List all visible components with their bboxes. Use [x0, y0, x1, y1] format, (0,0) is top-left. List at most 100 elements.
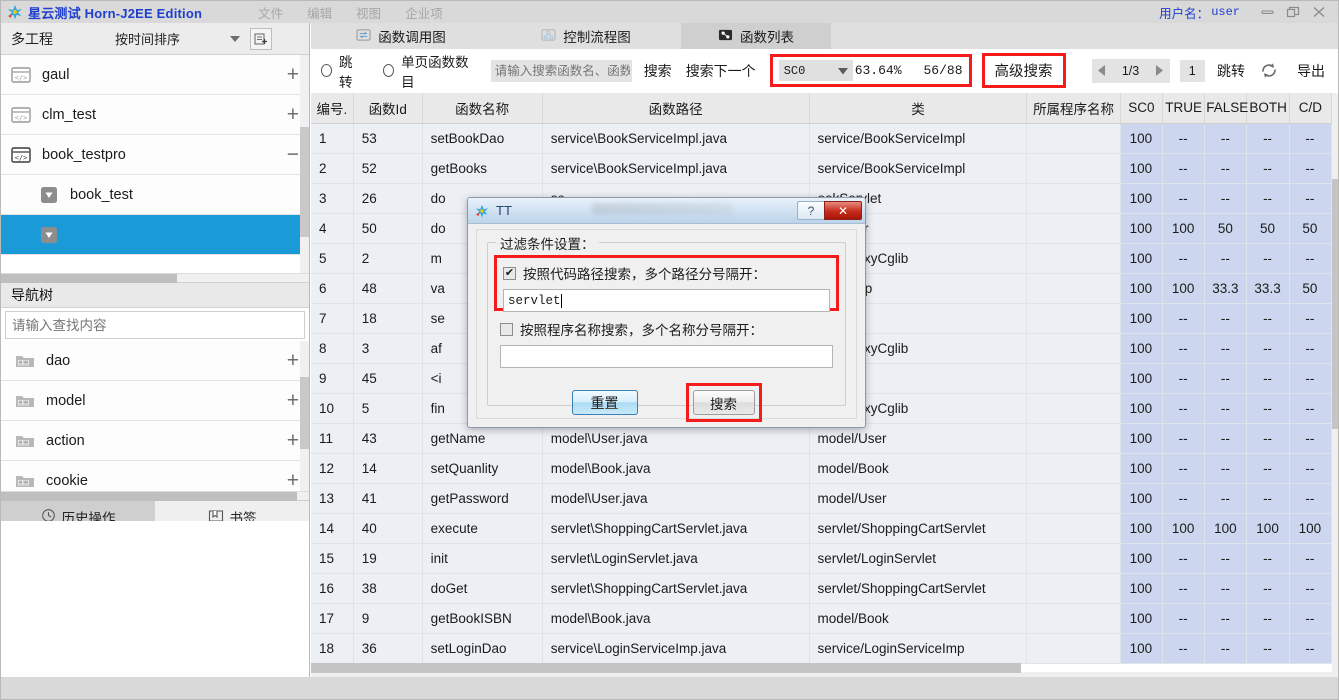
main-content: 函数调用图 控制流程图	[311, 23, 1339, 678]
col-header-index[interactable]: 编号.	[311, 93, 353, 123]
table-hscroll-thumb[interactable]	[311, 663, 1021, 673]
maximize-icon[interactable]	[1280, 2, 1306, 22]
project-tree-item[interactable]: </>gaul+	[1, 55, 309, 95]
col-header-cd[interactable]: C/D	[1289, 93, 1331, 123]
navigation-tree-hscroll-thumb[interactable]	[1, 492, 297, 501]
navigation-tree-vscroll-thumb[interactable]	[300, 377, 309, 449]
project-tree-hscrollbar[interactable]	[1, 273, 309, 282]
caret-down-icon[interactable]	[838, 62, 848, 80]
menu-item-file[interactable]: 文件	[258, 3, 283, 22]
navigation-tree-item[interactable]: action+	[1, 421, 309, 461]
col-header-funcid[interactable]: 函数Id	[353, 93, 422, 123]
table-vscroll-thumb[interactable]	[1332, 179, 1339, 429]
collapse-icon[interactable]: −	[287, 144, 299, 165]
table-row[interactable]: 179getBookISBNmodel\Book.javamodel/Book1…	[311, 603, 1332, 633]
navigation-search-input[interactable]	[6, 317, 304, 334]
cell-program	[1027, 213, 1120, 243]
navigation-tree-item[interactable]: model+	[1, 381, 309, 421]
cell-sc0: 100	[1120, 543, 1162, 573]
function-search-input[interactable]	[491, 63, 632, 79]
refresh-icon[interactable]	[1259, 61, 1279, 80]
advanced-search-button[interactable]: 高级搜索	[982, 53, 1066, 88]
radio-page-count-indicator[interactable]	[383, 64, 394, 77]
sort-mode-label[interactable]: 按时间排序	[115, 29, 180, 48]
col-header-class[interactable]: 类	[809, 93, 1027, 123]
project-tree-vscrollbar[interactable]	[300, 55, 309, 273]
sc0-select[interactable]: SC0	[779, 60, 853, 81]
project-tree-item[interactable]: </>book_testpro−	[1, 135, 309, 175]
col-header-sc0[interactable]: SC0	[1120, 93, 1162, 123]
table-row[interactable]: 153setBookDaoservice\BookServiceImpl.jav…	[311, 123, 1332, 153]
project-tree-vscroll-thumb[interactable]	[300, 127, 309, 237]
code-path-checkbox[interactable]	[503, 267, 516, 280]
navigation-search-box[interactable]	[5, 311, 305, 339]
table-row[interactable]: 1440executeservlet\ShoppingCartServlet.j…	[311, 513, 1332, 543]
program-name-checkbox-row[interactable]: 按照程序名称搜索，多个名称分号隔开：	[500, 319, 833, 339]
menu-item-enterprise[interactable]: 企业项	[405, 3, 443, 22]
close-icon[interactable]	[1306, 2, 1332, 22]
col-header-true[interactable]: TRUE	[1162, 93, 1204, 123]
export-button[interactable]: 导出	[1297, 61, 1325, 81]
table-vertical-scrollbar[interactable]	[1332, 93, 1339, 691]
expand-icon[interactable]: +	[287, 64, 299, 85]
add-project-icon[interactable]	[250, 28, 272, 50]
expand-icon[interactable]: +	[287, 350, 299, 371]
col-header-program[interactable]: 所属程序名称	[1027, 93, 1120, 123]
help-icon[interactable]: ?	[797, 201, 824, 220]
cell-both: --	[1247, 243, 1289, 273]
project-tree[interactable]: </>gaul+</>clm_test+</>book_testpro−book…	[1, 55, 309, 273]
jump-page-button[interactable]: 跳转	[1217, 61, 1245, 81]
cell-funcname: execute	[422, 513, 542, 543]
expand-icon[interactable]: +	[287, 390, 299, 411]
dialog-search-button[interactable]: 搜索	[693, 390, 755, 415]
project-tree-item[interactable]	[1, 215, 309, 255]
tab-control-flow[interactable]: 控制流程图	[491, 23, 681, 49]
navigation-tree-item[interactable]: dao+	[1, 341, 309, 381]
chevron-down-icon[interactable]	[230, 36, 240, 42]
table-row[interactable]: 1341getPasswordmodel\User.javamodel/User…	[311, 483, 1332, 513]
col-header-funcpath[interactable]: 函数路径	[542, 93, 809, 123]
minimize-icon[interactable]	[1254, 2, 1280, 22]
search-next-button[interactable]: 搜索下一个	[686, 61, 756, 81]
radio-jump-indicator[interactable]	[321, 64, 332, 77]
tab-call-graph[interactable]: 函数调用图	[311, 23, 491, 49]
code-path-checkbox-row[interactable]: 按照代码路径搜索，多个路径分号隔开：	[503, 263, 830, 283]
table-row[interactable]: 1638doGetservlet\ShoppingCartServlet.jav…	[311, 573, 1332, 603]
tab-function-list[interactable]: 函数列表	[681, 23, 831, 49]
table-row[interactable]: 1214setQuanlitymodel\Book.javamodel/Book…	[311, 453, 1332, 483]
program-name-input[interactable]	[501, 349, 832, 365]
radio-jump[interactable]: 跳转	[321, 51, 361, 91]
cell-program	[1027, 273, 1120, 303]
expand-icon[interactable]: +	[287, 470, 299, 491]
table-row[interactable]: 1836setLoginDaoservice\LoginServiceImp.j…	[311, 633, 1332, 663]
search-button[interactable]: 搜索	[644, 61, 672, 81]
prev-page-icon[interactable]	[1092, 65, 1114, 76]
project-tree-item[interactable]: </>clm_test+	[1, 95, 309, 135]
expand-icon[interactable]: +	[287, 430, 299, 451]
program-name-checkbox[interactable]	[500, 323, 513, 336]
table-row[interactable]: 252getBooksservice\BookServiceImpl.javas…	[311, 153, 1332, 183]
radio-page-count[interactable]: 单页函数数目	[383, 51, 469, 91]
page-number-input[interactable]: 1	[1180, 60, 1205, 82]
navigation-tree-vscrollbar[interactable]	[300, 341, 309, 491]
navigation-tree[interactable]: dao+model+action+cookie+	[1, 341, 309, 491]
reset-button[interactable]: 重置	[572, 390, 638, 415]
project-tree-item[interactable]: book_test	[1, 175, 309, 215]
col-header-false[interactable]: FALSE	[1205, 93, 1247, 123]
dialog-close-icon[interactable]: ✕	[824, 201, 862, 220]
col-header-funcname[interactable]: 函数名称	[422, 93, 542, 123]
expand-icon[interactable]: +	[287, 104, 299, 125]
navigation-tree-item[interactable]: cookie+	[1, 461, 309, 491]
dialog-title-bar[interactable]: TT ? ✕	[468, 198, 865, 224]
menu-item-view[interactable]: 视图	[356, 3, 381, 22]
program-name-input-box[interactable]	[500, 345, 833, 368]
menu-item-edit[interactable]: 编辑	[307, 3, 332, 22]
project-tree-hscroll-thumb[interactable]	[1, 274, 177, 283]
table-row[interactable]: 1519initservlet\LoginServlet.javaservlet…	[311, 543, 1332, 573]
navigation-tree-hscrollbar[interactable]	[1, 491, 309, 500]
col-header-both[interactable]: BOTH	[1247, 93, 1289, 123]
cell-cd: --	[1289, 573, 1331, 603]
function-search-box[interactable]	[491, 60, 632, 82]
next-page-icon[interactable]	[1148, 65, 1170, 76]
code-path-input-box[interactable]: servlet	[503, 289, 830, 312]
